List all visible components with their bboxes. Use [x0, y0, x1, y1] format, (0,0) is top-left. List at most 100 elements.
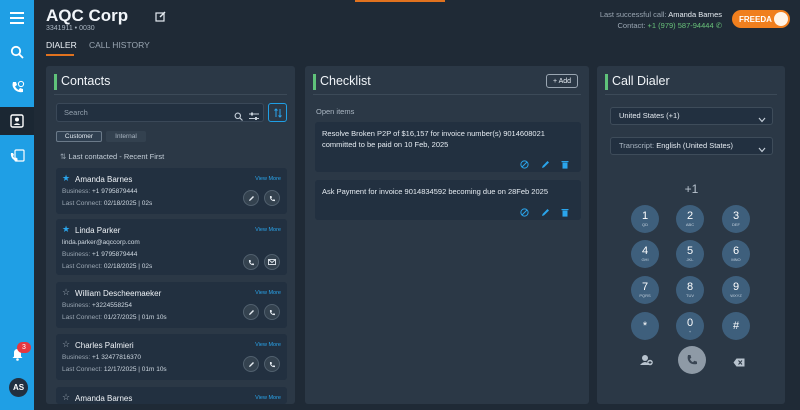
- checklist-item[interactable]: Resolve Broken P2P of $16,157 for invoic…: [315, 122, 581, 172]
- keypad-letters: +: [688, 329, 692, 334]
- checklist-item-text: Resolve Broken P2P of $16,157 for invoic…: [322, 129, 545, 149]
- sort-toggle-button[interactable]: [268, 103, 287, 122]
- star-outline-icon[interactable]: ☆: [62, 340, 70, 349]
- call-history-nav-icon[interactable]: [0, 73, 34, 101]
- edit-contact-button[interactable]: [243, 304, 259, 320]
- phone-icon: [248, 259, 254, 265]
- keypad-digit: *: [642, 319, 648, 332]
- call-button[interactable]: [678, 346, 706, 374]
- open-items-label: Open items: [316, 107, 355, 116]
- search-nav-icon[interactable]: [0, 38, 34, 66]
- keypad-letters: MNO: [731, 257, 741, 262]
- call-contact-button[interactable]: [264, 190, 280, 206]
- dialer-title: Call Dialer: [605, 74, 670, 90]
- keypad-letters: DEF: [732, 222, 740, 227]
- last-call-contact: Contact: +1 (979) 587-94444 ✆: [617, 21, 722, 30]
- add-checklist-item-button[interactable]: + Add: [546, 74, 578, 88]
- keypad-letters: WXYZ: [730, 293, 742, 298]
- view-more-link[interactable]: View More: [255, 176, 281, 182]
- filter-customer-chip[interactable]: Customer: [56, 131, 102, 142]
- call-contact-button[interactable]: [243, 254, 259, 270]
- call-contact-button[interactable]: [264, 304, 280, 320]
- contact-card[interactable]: ★ Amanda Barnes View More Business: +1 9…: [56, 168, 287, 214]
- edit-title-icon[interactable]: [155, 9, 166, 27]
- pencil-icon: [248, 309, 254, 315]
- contact-name: Amanda Barnes: [75, 175, 133, 184]
- view-more-link[interactable]: View More: [255, 342, 281, 348]
- keypad-key-star[interactable]: *: [631, 312, 659, 340]
- pencil-icon[interactable]: [541, 204, 550, 222]
- account-id: 3341911 • 0030: [46, 25, 95, 32]
- keypad-key-3[interactable]: 3 DEF: [722, 205, 750, 233]
- voicemail-nav-icon[interactable]: [0, 142, 34, 170]
- add-participant-icon[interactable]: [640, 353, 653, 371]
- keypad-key-2[interactable]: 2 ABC: [676, 205, 704, 233]
- contacts-nav-icon[interactable]: [0, 107, 34, 135]
- keypad-key-8[interactable]: 8 TUV: [676, 276, 704, 304]
- star-filled-icon[interactable]: ★: [62, 225, 70, 234]
- contact-business: Business: +3224558254: [62, 302, 132, 309]
- keypad-key-5[interactable]: 5 JKL: [676, 240, 704, 268]
- view-more-link[interactable]: View More: [255, 227, 281, 233]
- contact-card[interactable]: ☆ William Descheemaeker View More Busine…: [56, 282, 287, 328]
- phone-icon: [269, 309, 275, 315]
- transcript-label: Transcript:: [619, 141, 655, 150]
- backspace-icon[interactable]: [733, 354, 745, 372]
- keypad-digit: 7: [641, 281, 649, 293]
- trash-icon[interactable]: [561, 204, 569, 222]
- call-contact-button[interactable]: [264, 356, 280, 372]
- contact-card[interactable]: ☆ Amanda Barnes View More: [56, 387, 287, 404]
- active-tab-indicator: [46, 54, 74, 56]
- keypad-key-7[interactable]: 7 PQRS: [631, 276, 659, 304]
- contact-name: Charles Palmieri: [75, 341, 134, 350]
- transcript-language-select[interactable]: Transcript: English (United States): [610, 137, 773, 155]
- keypad-key-9[interactable]: 9 WXYZ: [722, 276, 750, 304]
- notification-count-badge: 3: [17, 342, 31, 353]
- edit-contact-button[interactable]: [243, 190, 259, 206]
- checklist-item[interactable]: Ask Payment for invoice 9014834592 becom…: [315, 180, 581, 220]
- tab-call-history[interactable]: CALL HISTORY: [89, 40, 150, 50]
- keypad-key-4[interactable]: 4 GHI: [631, 240, 659, 268]
- star-filled-icon[interactable]: ★: [62, 174, 70, 183]
- search-placeholder: Search: [64, 108, 88, 117]
- checklist-panel: Checklist: [305, 66, 589, 404]
- star-outline-icon[interactable]: ☆: [62, 288, 70, 297]
- view-more-link[interactable]: View More: [255, 395, 281, 401]
- contact-last-connect: Last Connect: 02/18/2025 | 02s: [62, 200, 153, 207]
- menu-icon[interactable]: [0, 4, 34, 32]
- contact-name: William Descheemaeker: [75, 289, 162, 298]
- keypad-key-0[interactable]: 0 +: [676, 312, 704, 340]
- left-rail: 3 AS: [0, 0, 34, 410]
- filter-sliders-icon[interactable]: [249, 108, 259, 126]
- keypad-key-1[interactable]: 1 QD: [631, 205, 659, 233]
- mark-done-icon[interactable]: [520, 204, 529, 222]
- contact-last-connect: Last Connect: 02/18/2025 | 02s: [62, 263, 153, 270]
- user-avatar[interactable]: AS: [9, 378, 28, 397]
- contact-card[interactable]: ☆ Charles Palmieri View More Business: +…: [56, 334, 287, 380]
- country-select[interactable]: United States (+1): [610, 107, 773, 125]
- keypad-letters: QD: [642, 222, 648, 227]
- email-contact-button[interactable]: [264, 254, 280, 270]
- contact-search-input[interactable]: Search: [56, 103, 264, 122]
- contact-card[interactable]: ★ Linda Parker View More linda.parker@aq…: [56, 219, 287, 275]
- tab-dialer[interactable]: DIALER: [46, 40, 77, 50]
- contacts-title: Contacts: [54, 74, 110, 90]
- filter-internal-chip[interactable]: Internal: [106, 131, 146, 142]
- freeda-button[interactable]: FREEDA: [732, 10, 790, 28]
- keypad-key-6[interactable]: 6 MNO: [722, 240, 750, 268]
- checklist-item-text: Ask Payment for invoice 9014834592 becom…: [322, 187, 548, 196]
- pencil-icon[interactable]: [541, 156, 550, 174]
- trash-icon[interactable]: [561, 156, 569, 174]
- view-more-link[interactable]: View More: [255, 290, 281, 296]
- contact-number[interactable]: +1 (979) 587-94444: [648, 21, 714, 30]
- star-outline-icon[interactable]: ☆: [62, 393, 70, 402]
- keypad-key-hash[interactable]: #: [722, 312, 750, 340]
- keypad-letters: PQRS: [639, 293, 651, 298]
- edit-contact-button[interactable]: [243, 356, 259, 372]
- keypad-digit: 0: [686, 317, 694, 329]
- keypad-digit: #: [732, 319, 740, 332]
- phone-icon: [269, 361, 275, 367]
- checklist-title: Checklist: [313, 74, 371, 90]
- header: AQC Corp 3341911 • 0030 DIALER CALL HIST…: [34, 0, 800, 62]
- mark-done-icon[interactable]: [520, 156, 529, 174]
